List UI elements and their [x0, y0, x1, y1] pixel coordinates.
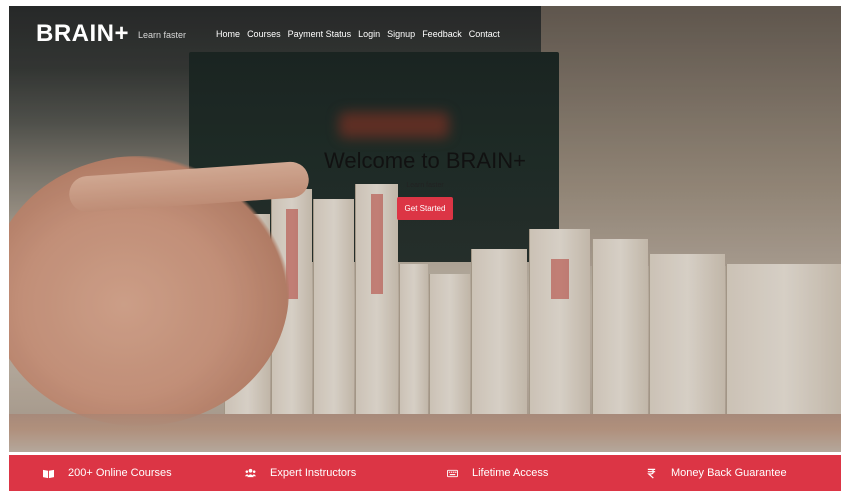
rupee-icon [646, 468, 657, 479]
hero-background-image [9, 6, 841, 452]
nav-link-login[interactable]: Login [358, 29, 380, 39]
feature-label: Lifetime Access [472, 467, 549, 479]
nav-link-home[interactable]: Home [216, 29, 240, 39]
brand-logo[interactable]: BRAIN+ [36, 20, 129, 48]
get-started-button[interactable]: Get Started [396, 197, 454, 220]
feature-label: Money Back Guarantee [671, 467, 787, 479]
feature-label: Expert Instructors [270, 467, 357, 479]
top-navbar: BRAIN+ Learn faster Home Courses Payment… [9, 6, 841, 62]
keyboard-icon [447, 468, 458, 479]
feature-lifetime-access: Lifetime Access [447, 467, 548, 479]
users-icon [245, 468, 256, 479]
feature-online-courses: 200+ Online Courses [43, 467, 172, 479]
nav-link-payment-status[interactable]: Payment Status [288, 29, 352, 39]
book-open-icon [43, 468, 54, 479]
feature-bar: 200+ Online Courses Expert Instructors L… [9, 455, 841, 491]
nav-link-signup[interactable]: Signup [387, 29, 415, 39]
nav-link-feedback[interactable]: Feedback [422, 29, 462, 39]
feature-label: 200+ Online Courses [68, 467, 172, 479]
nav-link-contact[interactable]: Contact [469, 29, 500, 39]
hero-content: Welcome to BRAIN+ Learn faster Get Start… [9, 148, 841, 220]
feature-money-back: Money Back Guarantee [646, 467, 787, 479]
brand-tagline: Learn faster [138, 30, 187, 40]
hero-subtitle: Learn faster [406, 182, 444, 189]
feature-expert-instructors: Expert Instructors [245, 467, 356, 479]
main-nav: Home Courses Payment Status Login Signup… [216, 29, 500, 39]
nav-link-courses[interactable]: Courses [247, 29, 281, 39]
hero-title: Welcome to BRAIN+ [324, 148, 526, 173]
